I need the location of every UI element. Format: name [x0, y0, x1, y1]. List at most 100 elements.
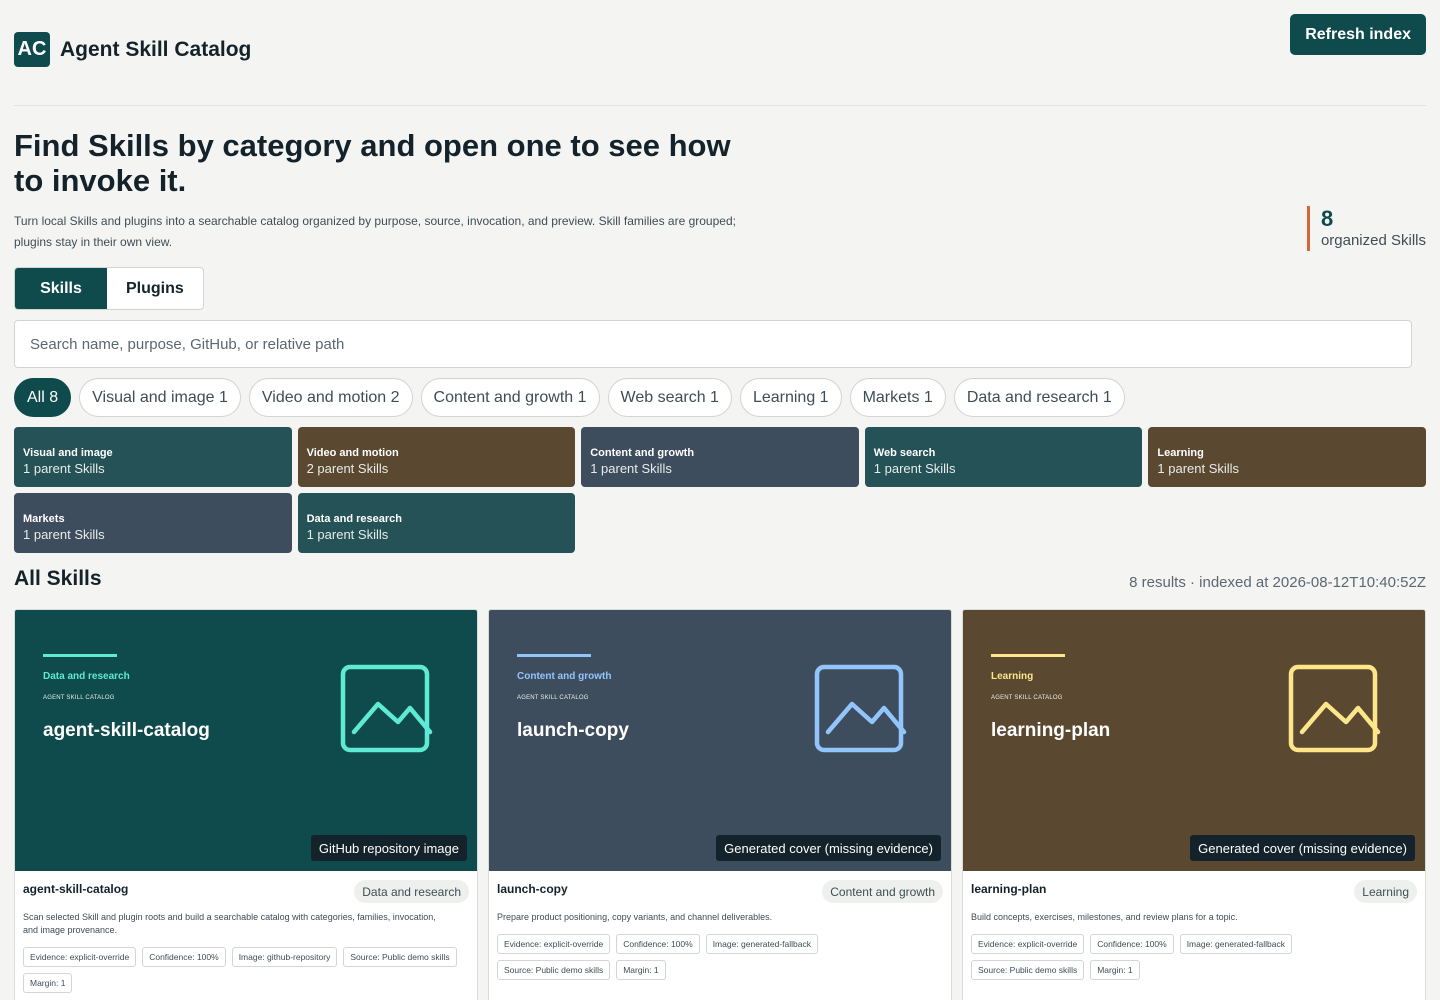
skill-card[interactable]: Content and growth AGENT SKILL CATALOG l…: [488, 609, 952, 1000]
evidence-tag: Evidence: explicit-override: [971, 934, 1085, 954]
cover-category: Content and growth: [517, 671, 612, 682]
card-cover: Data and research AGENT SKILL CATALOG ag…: [15, 610, 477, 871]
card-skill-name: learning-plan: [971, 882, 1047, 896]
card-meta-tags: Evidence: explicit-override Confidence: …: [23, 947, 463, 993]
category-tile-count: 2 parent Skills: [306, 461, 389, 476]
results-meta: 8 results · indexed at 2026-08-12T10:40:…: [1129, 574, 1426, 591]
category-tile-count: 1 parent Skills: [873, 461, 956, 476]
page-title: Find Skills by category and open one to …: [14, 128, 731, 198]
evidence-tag: Evidence: explicit-override: [23, 947, 137, 967]
page-description: Turn local Skills and plugins into a sea…: [14, 214, 736, 249]
card-meta-tags: Evidence: explicit-override Confidence: …: [497, 934, 937, 980]
category-tile-data-and-research[interactable]: Data and research 1 parent Skills: [297, 493, 576, 553]
category-tile-web-search[interactable]: Web search 1 parent Skills: [864, 427, 1143, 487]
category-tile-name: Visual and image: [23, 447, 113, 459]
category-tile-count: 1 parent Skills: [23, 527, 105, 542]
image-source-badge: Generated cover (missing evidence): [716, 835, 941, 861]
category-tile-video-and-motion[interactable]: Video and motion 2 parent Skills: [297, 427, 576, 487]
category-tile-name: Content and growth: [590, 447, 695, 459]
card-cover: Content and growth AGENT SKILL CATALOG l…: [489, 610, 951, 871]
filter-chip-learning[interactable]: Learning 1: [739, 378, 842, 417]
margin-tag: Margin: 1: [616, 960, 666, 980]
app-header: AC Agent Skill Catalog Refresh index: [14, 0, 1426, 106]
confidence-tag: Confidence: 100%: [142, 947, 226, 967]
cover-accent-line: [43, 654, 117, 657]
confidence-tag: Confidence: 100%: [1090, 934, 1174, 954]
category-tile-count: 1 parent Skills: [1157, 461, 1240, 476]
cover-accent-line: [991, 654, 1065, 657]
category-tile-name: Markets: [23, 513, 65, 525]
filter-chip-visual-and-image[interactable]: Visual and image 1: [79, 378, 241, 417]
category-tile-content-and-growth[interactable]: Content and growth 1 parent Skills: [581, 427, 859, 487]
image-tag: Image: generated-fallback: [705, 934, 818, 954]
card-description: Build concepts, exercises, milestones, a…: [971, 912, 1238, 922]
category-tile-visual-and-image[interactable]: Visual and image 1 parent Skills: [14, 427, 292, 487]
search-input[interactable]: [14, 320, 1412, 368]
refresh-index-button[interactable]: Refresh index: [1290, 14, 1426, 55]
skills-count-stat: 8 organized Skills: [1306, 206, 1426, 251]
source-tag: Source: Public demo skills: [343, 947, 457, 967]
evidence-tag: Evidence: explicit-override: [497, 934, 611, 954]
card-body: agent-skill-catalog Data and research Sc…: [15, 871, 477, 993]
category-tile-learning[interactable]: Learning 1 parent Skills: [1148, 427, 1426, 487]
filter-chip-data-and-research[interactable]: Data and research 1: [953, 378, 1125, 417]
app-title: Agent Skill Catalog: [60, 38, 252, 61]
skill-card[interactable]: Learning AGENT SKILL CATALOG learning-pl…: [962, 609, 1426, 1000]
margin-tag: Margin: 1: [1090, 960, 1140, 980]
image-icon: [340, 664, 433, 753]
card-body: learning-plan Learning Build concepts, e…: [963, 871, 1425, 980]
image-tag: Image: github-repository: [231, 947, 338, 967]
image-icon: [1288, 664, 1381, 753]
category-tile-count: 1 parent Skills: [590, 461, 672, 476]
cover-brand: AGENT SKILL CATALOG: [43, 695, 115, 701]
cover-skill-name: agent-skill-catalog: [43, 720, 210, 741]
card-body: launch-copy Content and growth Prepare p…: [489, 871, 951, 980]
filter-chip-content-and-growth[interactable]: Content and growth 1: [420, 378, 600, 417]
cover-accent-line: [517, 654, 591, 657]
image-icon: [814, 664, 907, 753]
card-category-badge: Data and research: [354, 880, 469, 903]
card-category-badge: Learning: [1354, 880, 1417, 903]
section-title: All Skills: [14, 567, 102, 590]
image-source-badge: GitHub repository image: [310, 835, 467, 861]
skill-card[interactable]: Data and research AGENT SKILL CATALOG ag…: [14, 609, 478, 1000]
category-tile-name: Web search: [873, 447, 936, 459]
card-description: Prepare product positioning, copy varian…: [497, 912, 773, 922]
margin-tag: Margin: 1: [23, 973, 73, 993]
skills-count-label: organized Skills: [1320, 232, 1426, 249]
card-meta-tags: Evidence: explicit-override Confidence: …: [971, 934, 1411, 980]
cover-category: Data and research: [43, 671, 130, 682]
skills-count-value: 8: [1320, 206, 1334, 231]
card-category-badge: Content and growth: [822, 880, 943, 903]
view-tabs: Skills Plugins: [14, 267, 204, 310]
category-tile-count: 1 parent Skills: [306, 527, 389, 542]
source-tag: Source: Public demo skills: [497, 960, 611, 980]
skill-cards: Data and research AGENT SKILL CATALOG ag…: [14, 609, 1426, 1000]
category-tile-name: Data and research: [306, 513, 402, 525]
image-tag: Image: generated-fallback: [1179, 934, 1292, 954]
category-tile-markets[interactable]: Markets 1 parent Skills: [14, 493, 292, 553]
cover-skill-name: launch-copy: [517, 720, 629, 741]
cover-skill-name: learning-plan: [991, 720, 1111, 741]
tab-plugins[interactable]: Plugins: [107, 268, 203, 309]
category-filters: All 8 Visual and image 1 Video and motio…: [14, 378, 1125, 417]
filter-chip-markets[interactable]: Markets 1: [849, 378, 946, 417]
card-cover: Learning AGENT SKILL CATALOG learning-pl…: [963, 610, 1425, 871]
category-tiles: Visual and image 1 parent Skills Video a…: [14, 427, 1426, 553]
source-tag: Source: Public demo skills: [971, 960, 1085, 980]
category-tile-name: Learning: [1157, 447, 1204, 459]
confidence-tag: Confidence: 100%: [616, 934, 700, 954]
filter-chip-video-and-motion[interactable]: Video and motion 2: [248, 378, 413, 417]
tab-skills[interactable]: Skills: [15, 268, 107, 309]
page: AC Agent Skill Catalog Refresh index Fin…: [14, 0, 1426, 1000]
category-tile-name: Video and motion: [306, 447, 399, 459]
image-source-badge: Generated cover (missing evidence): [1190, 835, 1415, 861]
filter-chip-all[interactable]: All 8: [14, 378, 72, 417]
cover-brand: AGENT SKILL CATALOG: [517, 695, 589, 701]
filter-chip-web-search[interactable]: Web search 1: [607, 378, 732, 417]
card-description: Scan selected Skill and plugin roots and…: [23, 912, 436, 935]
app-logo: AC: [14, 32, 50, 67]
category-tile-count: 1 parent Skills: [23, 461, 105, 476]
cover-category: Learning: [991, 671, 1034, 682]
cover-brand: AGENT SKILL CATALOG: [991, 695, 1063, 701]
